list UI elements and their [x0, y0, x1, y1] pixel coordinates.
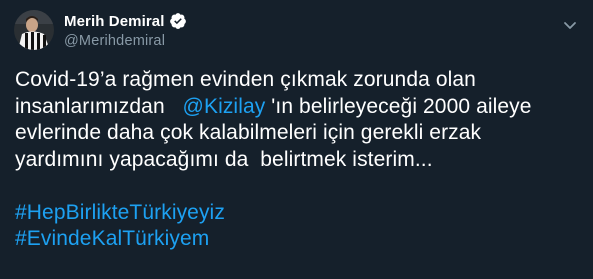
avatar[interactable] [14, 10, 54, 50]
author-handle[interactable]: @Merihdemiral [64, 33, 187, 49]
display-name[interactable]: Merih Demiral [64, 13, 165, 30]
paragraph-break [15, 173, 585, 200]
tweet-text-line: Covid-19’a rağmen evinden çıkmak zorunda… [15, 68, 476, 91]
name-row: Merih Demiral [64, 11, 187, 31]
verified-badge-icon [169, 12, 187, 30]
chevron-down-icon[interactable] [559, 14, 581, 36]
text-segment: 'ın belirleyeceği 2000 aileye [265, 94, 532, 118]
author-info: Merih Demiral @Merihdemiral [64, 11, 187, 49]
tweet-text-line: yardımını yapacağımı da belirtmek isteri… [15, 147, 433, 171]
text-segment: insanlarımızdan [15, 94, 183, 118]
hashtag-link[interactable]: #EvindeKalTürkiyem [15, 226, 585, 253]
tweet-text-line: evlerinde daha çok kalabilmeleri için ge… [15, 121, 482, 144]
hashtag-link[interactable]: #HepBirlikteTürkiyeyiz [15, 200, 585, 227]
tweet-header: Merih Demiral @Merihdemiral [14, 9, 187, 51]
tweet-card[interactable]: Merih Demiral @Merihdemiral Covid-19’a r… [0, 0, 593, 279]
mention-link[interactable]: @Kizilay [183, 95, 266, 118]
tweet-text-line: insanlarımızdan @Kizilay 'ın belirleyece… [15, 94, 585, 121]
tweet-text: Covid-19’a rağmen evinden çıkmak zorunda… [15, 67, 585, 253]
